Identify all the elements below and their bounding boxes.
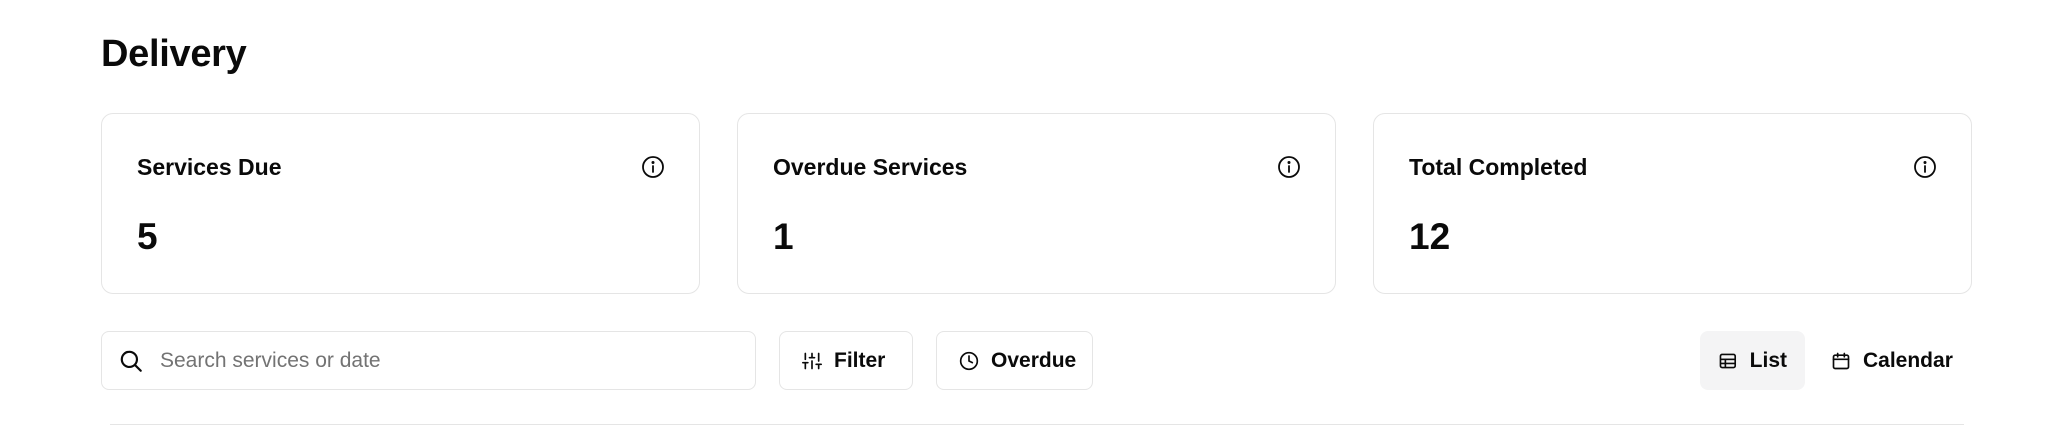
page-title: Delivery	[101, 33, 247, 75]
stat-card-services-due: Services Due 5	[101, 113, 700, 294]
stat-card-value: 1	[773, 216, 794, 257]
toolbar: Filter Overdue List Calendar	[101, 331, 1973, 391]
table-top-divider	[110, 424, 1964, 425]
overdue-button[interactable]: Overdue	[936, 331, 1093, 390]
filter-button[interactable]: Filter	[779, 331, 913, 390]
search-icon	[120, 350, 142, 372]
info-icon[interactable]	[1277, 155, 1301, 179]
filter-button-label: Filter	[834, 348, 886, 372]
overdue-button-label: Overdue	[991, 348, 1077, 372]
clock-icon	[959, 351, 979, 370]
search-input[interactable]	[160, 332, 740, 389]
stat-card-label: Overdue Services	[773, 154, 968, 180]
stat-card-label: Services Due	[137, 154, 282, 180]
stat-card-value: 5	[137, 216, 158, 257]
list-view-button[interactable]: List	[1700, 331, 1805, 390]
stats-cards: Services Due 5 Overdue Services 1 Total …	[101, 113, 1973, 296]
calendar-view-button[interactable]: Calendar	[1813, 331, 1973, 390]
search-box[interactable]	[101, 331, 756, 390]
list-view-label: List	[1749, 348, 1787, 372]
view-toggle: List Calendar	[1700, 331, 1973, 390]
stat-card-total-completed: Total Completed 12	[1373, 113, 1972, 294]
stat-card-overdue-services: Overdue Services 1	[737, 113, 1336, 294]
stat-card-value: 12	[1409, 216, 1451, 257]
sliders-icon	[802, 352, 822, 369]
stat-card-label: Total Completed	[1409, 154, 1588, 180]
table-icon	[1719, 353, 1737, 368]
calendar-icon	[1832, 352, 1850, 369]
info-icon[interactable]	[641, 155, 665, 179]
calendar-view-label: Calendar	[1863, 348, 1953, 372]
info-icon[interactable]	[1913, 155, 1937, 179]
